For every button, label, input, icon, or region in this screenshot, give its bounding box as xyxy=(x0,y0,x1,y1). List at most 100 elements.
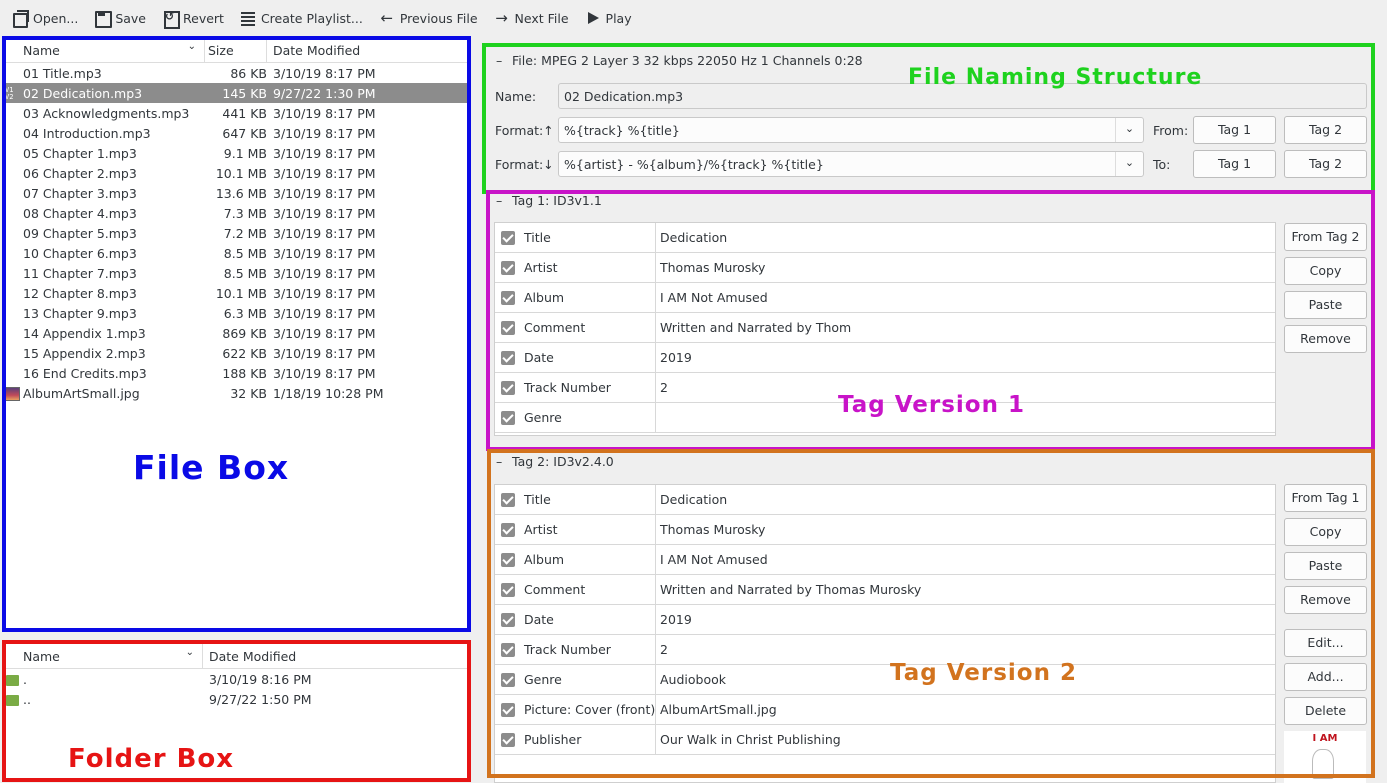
play-button[interactable]: Play xyxy=(579,4,638,32)
tag2-row[interactable]: Publisher Our Walk in Christ Publishing xyxy=(495,725,1275,755)
file-row[interactable]: 08 Chapter 4.mp3 7.3 MB 3/10/19 8:17 PM xyxy=(5,203,468,223)
from-tag1-button[interactable]: Tag 1 xyxy=(1193,116,1276,144)
checkbox[interactable] xyxy=(501,522,515,537)
chevron-down-icon: ⌄ xyxy=(1115,152,1143,176)
tag1-remove-button[interactable]: Remove xyxy=(1284,325,1367,353)
tag-value-cell[interactable]: 2019 xyxy=(656,343,1275,372)
format-up-select[interactable]: %{track} %{title} ⌄ xyxy=(558,117,1144,143)
tag1-from-tag2-button[interactable]: From Tag 2 xyxy=(1284,223,1367,251)
tag-value-cell[interactable]: Thomas Murosky xyxy=(656,253,1275,282)
file-row[interactable]: 14 Appendix 1.mp3 869 KB 3/10/19 8:17 PM xyxy=(5,323,468,343)
checkbox[interactable] xyxy=(501,702,515,717)
checkbox[interactable] xyxy=(501,260,515,275)
play-icon xyxy=(585,10,601,26)
tag1-copy-button[interactable]: Copy xyxy=(1284,257,1367,285)
file-row[interactable]: 15 Appendix 2.mp3 622 KB 3/10/19 8:17 PM xyxy=(5,343,468,363)
tag1-row[interactable]: Title Dedication xyxy=(495,223,1275,253)
file-row[interactable]: 11 Chapter 7.mp3 8.5 MB 3/10/19 8:17 PM xyxy=(5,263,468,283)
tag2-from-tag1-button[interactable]: From Tag 1 xyxy=(1284,484,1367,512)
checkbox[interactable] xyxy=(501,732,515,747)
create-playlist-button[interactable]: Create Playlist... xyxy=(234,4,369,32)
file-row[interactable]: 01 Title.mp3 86 KB 3/10/19 8:17 PM xyxy=(5,63,468,83)
tag2-row[interactable]: Track Number 2 xyxy=(495,635,1275,665)
tag2-remove-button[interactable]: Remove xyxy=(1284,586,1367,614)
checkbox[interactable] xyxy=(501,290,515,305)
tag-value-cell[interactable]: Dedication xyxy=(656,485,1275,514)
file-name: 05 Chapter 1.mp3 xyxy=(23,145,137,161)
previous-file-button[interactable]: ← Previous File xyxy=(373,4,484,32)
tag1-paste-button[interactable]: Paste xyxy=(1284,291,1367,319)
column-header-date[interactable]: Date Modified xyxy=(267,37,467,62)
tag-value-cell[interactable]: 2019 xyxy=(656,605,1275,634)
cover-art-thumbnail[interactable]: I AM xyxy=(1284,731,1366,783)
to-tag1-button[interactable]: Tag 1 xyxy=(1193,150,1276,178)
file-row[interactable]: 12 Chapter 8.mp3 10.1 MB 3/10/19 8:17 PM xyxy=(5,283,468,303)
tag-value-cell[interactable]: AlbumArtSmall.jpg xyxy=(656,695,1275,724)
format-down-select[interactable]: %{artist} - %{album}/%{track} %{title} ⌄ xyxy=(558,151,1144,177)
from-tag2-button[interactable]: Tag 2 xyxy=(1284,116,1367,144)
tag-value-cell[interactable]: Our Walk in Christ Publishing xyxy=(656,725,1275,754)
checkbox[interactable] xyxy=(501,642,515,657)
file-row[interactable]: 10 Chapter 6.mp3 8.5 MB 3/10/19 8:17 PM xyxy=(5,243,468,263)
checkbox[interactable] xyxy=(501,380,515,395)
file-date: 3/10/19 8:17 PM xyxy=(273,205,376,221)
tag1-row[interactable]: Artist Thomas Murosky xyxy=(495,253,1275,283)
revert-button[interactable]: Revert xyxy=(156,4,230,32)
checkbox[interactable] xyxy=(501,672,515,687)
tag2-copy-button[interactable]: Copy xyxy=(1284,518,1367,546)
file-row[interactable]: 09 Chapter 5.mp3 7.2 MB 3/10/19 8:17 PM xyxy=(5,223,468,243)
checkbox[interactable] xyxy=(501,410,515,425)
file-row[interactable]: 06 Chapter 2.mp3 10.1 MB 3/10/19 8:17 PM xyxy=(5,163,468,183)
checkbox[interactable] xyxy=(501,320,515,335)
tag2-row[interactable]: Album I AM Not Amused xyxy=(495,545,1275,575)
tag1-row[interactable]: Album I AM Not Amused xyxy=(495,283,1275,313)
checkbox[interactable] xyxy=(501,582,515,597)
tag2-row[interactable]: Comment Written and Narrated by Thomas Mu… xyxy=(495,575,1275,605)
tag-value-cell[interactable]: Written and Narrated by Thom xyxy=(656,313,1275,342)
column-header-size[interactable]: Size xyxy=(205,37,267,62)
tag2-row[interactable]: Date 2019 xyxy=(495,605,1275,635)
save-button[interactable]: Save xyxy=(88,4,152,32)
tag2-delete-button[interactable]: Delete xyxy=(1284,697,1367,725)
file-name: 04 Introduction.mp3 xyxy=(23,125,151,141)
tag1-row[interactable]: Date 2019 xyxy=(495,343,1275,373)
tag2-row[interactable]: Artist Thomas Murosky xyxy=(495,515,1275,545)
tag-value-cell[interactable]: Dedication xyxy=(656,223,1275,252)
file-row[interactable]: 05 Chapter 1.mp3 9.1 MB 3/10/19 8:17 PM xyxy=(5,143,468,163)
column-header-name[interactable]: Name ⌄ xyxy=(5,643,203,668)
tag2-section-toggle[interactable]: – Tag 2: ID3v2.4.0 xyxy=(496,454,614,469)
column-header-date[interactable]: Date Modified xyxy=(203,643,465,668)
tag-value-cell[interactable]: Written and Narrated by Thomas Murosky xyxy=(656,575,1275,604)
file-row[interactable]: 13 Chapter 9.mp3 6.3 MB 3/10/19 8:17 PM xyxy=(5,303,468,323)
tag-value-cell[interactable]: Thomas Murosky xyxy=(656,515,1275,544)
file-size: 6.3 MB xyxy=(223,305,267,321)
file-row-selected[interactable]: V1 V2 02 Dedication.mp3 145 KB 9/27/22 1:30 … xyxy=(5,83,468,103)
tag-value-cell[interactable]: I AM Not Amused xyxy=(656,545,1275,574)
open-button[interactable]: Open... xyxy=(6,4,84,32)
checkbox[interactable] xyxy=(501,552,515,567)
tag2-row[interactable]: Genre Audiobook xyxy=(495,665,1275,695)
column-header-name[interactable]: Name ⌄ xyxy=(5,37,205,62)
tag-value-cell[interactable]: I AM Not Amused xyxy=(656,283,1275,312)
file-row[interactable]: AlbumArtSmall.jpg 32 KB 1/18/19 10:28 PM xyxy=(5,383,468,403)
tag2-edit-button[interactable]: Edit... xyxy=(1284,629,1367,657)
to-tag2-button[interactable]: Tag 2 xyxy=(1284,150,1367,178)
tag2-row[interactable]: Picture: Cover (front) AlbumArtSmall.jpg xyxy=(495,695,1275,725)
checkbox[interactable] xyxy=(501,350,515,365)
checkbox[interactable] xyxy=(501,612,515,627)
file-row[interactable]: 04 Introduction.mp3 647 KB 3/10/19 8:17 PM xyxy=(5,123,468,143)
tag1-row[interactable]: Comment Written and Narrated by Thom xyxy=(495,313,1275,343)
next-file-button[interactable]: → Next File xyxy=(488,4,575,32)
checkbox[interactable] xyxy=(501,230,515,245)
file-row[interactable]: 07 Chapter 3.mp3 13.6 MB 3/10/19 8:17 PM xyxy=(5,183,468,203)
tag2-row[interactable]: Title Dedication xyxy=(495,485,1275,515)
folder-row[interactable]: .. 9/27/22 1:50 PM xyxy=(5,689,468,709)
tag2-paste-button[interactable]: Paste xyxy=(1284,552,1367,580)
checkbox[interactable] xyxy=(501,492,515,507)
file-row[interactable]: 16 End Credits.mp3 188 KB 3/10/19 8:17 PM xyxy=(5,363,468,383)
tag2-add-button[interactable]: Add... xyxy=(1284,663,1367,691)
file-section-toggle[interactable]: – File: MPEG 2 Layer 3 32 kbps 22050 Hz 1… xyxy=(496,53,863,68)
file-row[interactable]: 03 Acknowledgments.mp3 441 KB 3/10/19 8:17… xyxy=(5,103,468,123)
folder-row[interactable]: . 3/10/19 8:16 PM xyxy=(5,669,468,689)
tag1-section-toggle[interactable]: – Tag 1: ID3v1.1 xyxy=(496,193,602,208)
